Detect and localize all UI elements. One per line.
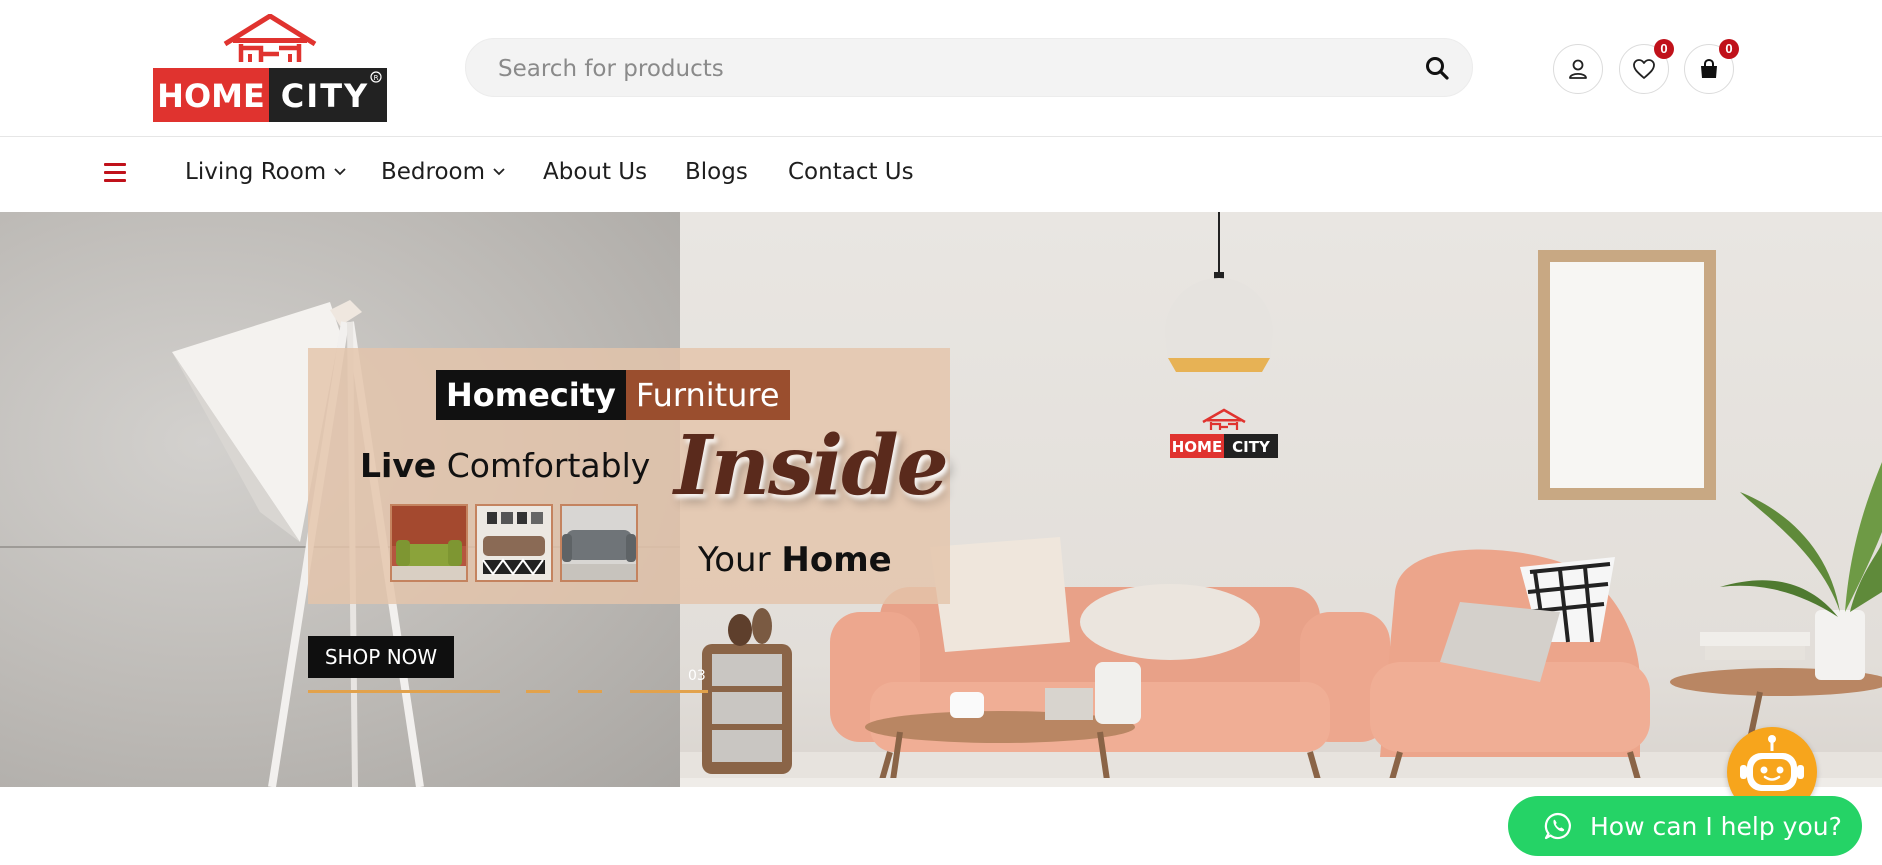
slider-progress <box>308 690 708 694</box>
chevron-down-icon <box>493 168 505 176</box>
site-header: HOME CITY R 0 0 <box>0 0 1882 137</box>
svg-text:HOME: HOME <box>1172 438 1222 456</box>
whatsapp-help-button[interactable]: How can I help you? <box>1508 796 1862 856</box>
main-navigation: Living Room Bedroom About Us Blogs Conta… <box>0 137 1882 212</box>
account-button[interactable] <box>1553 44 1603 94</box>
promo-brand-bar: Homecity Furniture <box>436 370 790 420</box>
slide-indicator-4[interactable] <box>630 690 708 693</box>
promo-tagline-rest: Your <box>698 540 771 580</box>
nav-item-blogs[interactable]: Blogs <box>685 159 748 185</box>
nav-item-contact-us[interactable]: Contact Us <box>788 159 914 185</box>
promo-tagline: Your Home <box>698 540 892 580</box>
chevron-down-icon <box>334 168 346 176</box>
sofa-thumbnail-3 <box>560 504 638 582</box>
slide-number: 03 <box>688 668 706 684</box>
search-bar <box>465 38 1473 98</box>
promo-panel: Homecity Furniture Live Comfortably Insi… <box>308 348 950 604</box>
logo-word-city: CITY <box>281 77 369 115</box>
nav-item-label: About Us <box>543 159 648 185</box>
hero-banner: HOME CITY Homecity Furniture Live Comfor… <box>0 212 1882 787</box>
nav-item-bedroom[interactable]: Bedroom <box>381 159 505 185</box>
wall-logo-image: HOME CITY <box>1170 408 1278 458</box>
svg-text:R: R <box>374 74 379 82</box>
promo-brand-rest: Furniture <box>625 370 790 420</box>
shopping-bag-icon <box>1701 58 1717 78</box>
sofa-thumbnail-2 <box>475 504 553 582</box>
nav-item-label: Living Room <box>185 159 327 185</box>
nav-item-about-us[interactable]: About Us <box>543 159 647 185</box>
side-cabinet-image <box>702 608 792 774</box>
logo-word-home: HOME <box>157 77 265 115</box>
whatsapp-icon <box>1544 812 1571 840</box>
svg-text:CITY: CITY <box>1232 438 1271 456</box>
cart-button[interactable]: 0 <box>1684 39 1739 94</box>
whatsapp-help-label: How can I help you? <box>1590 811 1842 841</box>
pendant-lamp-image <box>1165 212 1273 392</box>
promo-headline-bold: Live <box>360 446 437 485</box>
heart-icon <box>1633 59 1655 79</box>
wishlist-button[interactable]: 0 <box>1619 39 1674 94</box>
shop-now-button[interactable]: SHOP NOW <box>308 636 454 678</box>
picture-frame-image <box>1538 250 1716 500</box>
promo-headline-rest: Comfortably <box>446 446 651 485</box>
user-icon <box>1569 59 1587 79</box>
peach-armchair-image <box>1370 549 1650 787</box>
nav-item-label: Bedroom <box>381 159 486 185</box>
nav-item-living-room[interactable]: Living Room <box>185 159 346 185</box>
promo-tagline-bold: Home <box>781 540 892 580</box>
promo-headline: Live Comfortably <box>360 446 650 485</box>
promo-script-word: Inside <box>674 418 949 514</box>
promo-brand-bold: Homecity <box>436 370 626 420</box>
search-icon[interactable] <box>1424 55 1450 81</box>
slide-indicator-3[interactable] <box>578 690 602 693</box>
wishlist-count-badge: 0 <box>1654 39 1674 59</box>
hamburger-icon[interactable] <box>104 163 126 183</box>
slide-indicator-1[interactable] <box>308 690 500 693</box>
nav-item-label: Blogs <box>685 159 748 185</box>
slide-indicator-2[interactable] <box>526 690 550 693</box>
home-city-logo[interactable]: HOME CITY R <box>153 14 387 122</box>
search-input[interactable] <box>496 39 1400 98</box>
cart-count-badge: 0 <box>1719 39 1739 59</box>
sofa-thumbnail-1 <box>390 504 468 582</box>
nav-item-label: Contact Us <box>788 159 914 185</box>
